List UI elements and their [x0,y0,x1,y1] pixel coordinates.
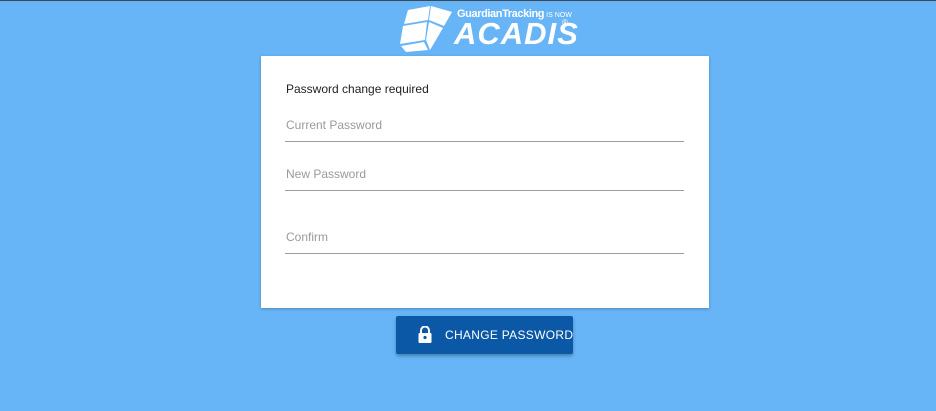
logo-wordmark: ACADIS [454,16,579,51]
new-password-input[interactable] [285,160,686,188]
acadis-logo: GuardianTracking IS NOW ACADIS ® [400,6,578,52]
top-border [0,0,936,1]
logo-mark-icon [400,6,452,52]
current-password-input[interactable] [285,111,686,139]
change-password-label: CHANGE PASSWORD [445,328,574,342]
password-change-card: Password change required [261,56,709,308]
current-password-field [285,111,686,142]
form-heading: Password change required [286,82,429,96]
confirm-password-field [285,223,686,254]
lock-icon [418,326,432,343]
change-password-button[interactable]: CHANGE PASSWORD [396,316,573,354]
new-password-field [285,160,686,191]
confirm-password-input[interactable] [285,223,686,251]
registered-mark: ® [562,18,568,27]
